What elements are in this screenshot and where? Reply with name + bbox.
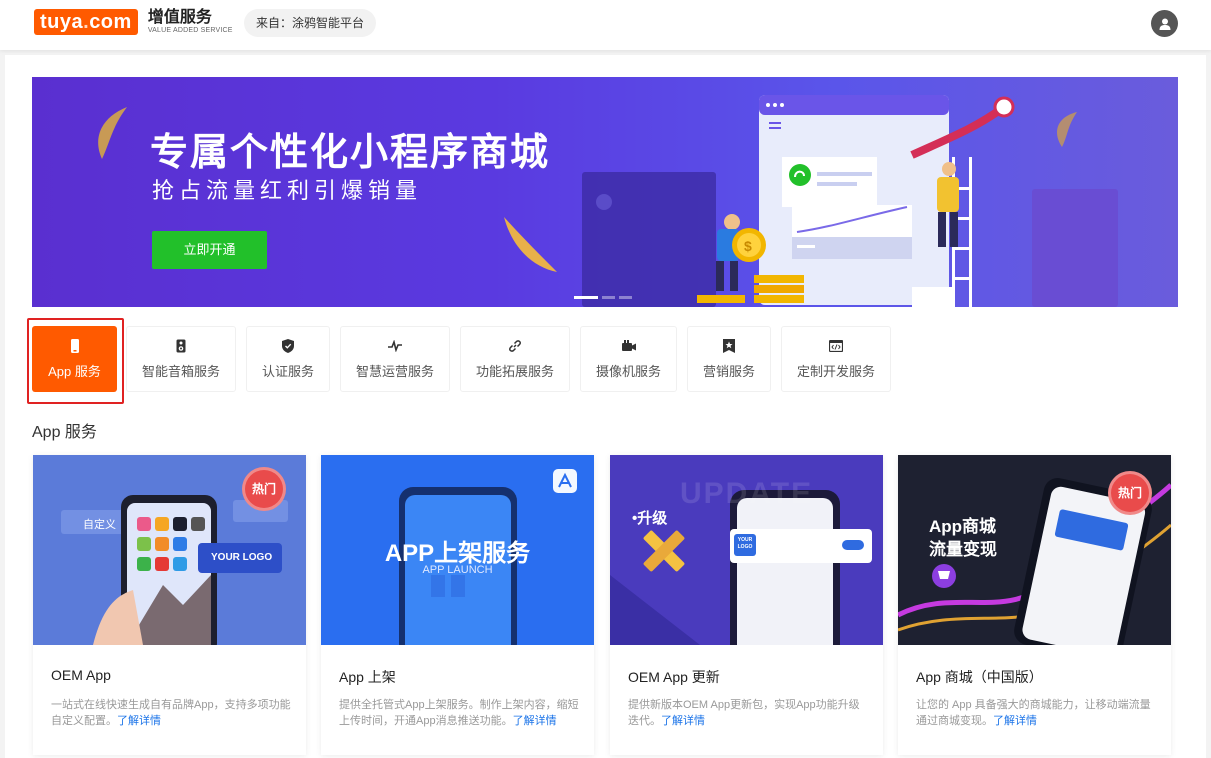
app-launch-subtitle: APP LAUNCH: [422, 564, 493, 576]
phone-icon: [68, 338, 82, 353]
card-image: 自定义 YOUR LOGO 热门: [33, 455, 306, 645]
learn-more-link[interactable]: 了解详情: [993, 715, 1037, 727]
mall-title-line2: 流量变现: [929, 540, 997, 559]
card-description: 提供全托管式App上架服务。制作上架内容，缩短上传时间，开通App消息推送功能。…: [339, 699, 579, 727]
mall-title-line1: App商城: [929, 517, 997, 536]
section-title: App 服务: [32, 424, 97, 441]
card-title: App 商城（中国版）: [916, 669, 1043, 685]
top-bar: tuya.com 增值服务 VALUE ADDED SERVICE 来自：涂鸦智…: [0, 0, 1211, 50]
hot-badge: 热门: [1108, 471, 1152, 515]
tab-label: 营销服务: [702, 363, 755, 379]
learn-more-link[interactable]: 了解详情: [513, 715, 557, 727]
tab-smart-operation[interactable]: 智慧运营服务: [340, 326, 450, 392]
logo-title-block: 增值服务 VALUE ADDED SERVICE: [148, 9, 233, 35]
brand-title: 增值服务: [147, 9, 212, 26]
tab-custom-development[interactable]: 定制开发服务: [781, 326, 891, 392]
upgrade-label: •升级: [632, 510, 668, 527]
card-image: APP上架服务 APP LAUNCH: [321, 455, 594, 645]
update-bg-text: UPDATE: [680, 477, 814, 510]
tab-marketing[interactable]: 营销服务: [687, 326, 771, 392]
logo-mark: tuya.com: [34, 9, 138, 35]
card-description: 提供新版本OEM App更新包，实现App功能升级迭代。了解详情: [628, 699, 860, 727]
service-card-oem-app-update[interactable]: UPDATE •升级 YOUR LOGO OEM App 更新 提供新版本OEM…: [610, 455, 883, 755]
tab-label: 智慧运营服务: [355, 363, 434, 379]
service-card-oem-app[interactable]: 自定义 YOUR LOGO 热门 OEM App 一站式在线快速生成自有品牌Ap…: [33, 455, 306, 755]
tab-label: 摄像机服务: [595, 363, 661, 379]
custom-label: 自定义: [83, 519, 116, 531]
service-card-app-mall[interactable]: App商城 流量变现 热门 App 商城（中国版） 让您的 App 具备强大的商…: [898, 455, 1171, 755]
carousel-dot[interactable]: [574, 296, 598, 299]
pulse-icon: [388, 339, 402, 353]
learn-more-link[interactable]: 了解详情: [117, 715, 161, 727]
shield-icon: [281, 338, 295, 353]
user-icon: [1159, 18, 1170, 30]
svg-text:$: $: [744, 238, 752, 254]
your-logo-label: YOUR LOGO: [211, 552, 273, 563]
your-logo-label: YOUR LOGO: [737, 537, 753, 550]
activate-now-button[interactable]: 立即开通: [152, 231, 267, 269]
card-image: UPDATE •升级 YOUR LOGO: [610, 455, 883, 645]
source-pill: 来自：涂鸦智能平台: [244, 9, 377, 37]
banner-title: 专属个性化小程序商城: [150, 132, 551, 174]
card-title: OEM App: [51, 667, 111, 683]
card-image: App商城 流量变现 热门: [898, 455, 1171, 645]
tab-label: 智能音箱服务: [141, 363, 220, 379]
learn-more-link[interactable]: 了解详情: [661, 715, 705, 727]
link-icon: [508, 339, 522, 353]
carousel-indicators: [574, 296, 632, 299]
promo-banner[interactable]: $ 专属个性化小程序商城 抢占流量红利引爆销量 立即开通: [32, 77, 1178, 307]
carousel-dot[interactable]: [602, 296, 615, 299]
camera-icon: [621, 339, 636, 353]
tab-smart-speaker[interactable]: 智能音箱服务: [126, 326, 236, 392]
user-avatar[interactable]: [1151, 10, 1178, 37]
brand-subtitle: VALUE ADDED SERVICE: [147, 27, 233, 34]
tab-app-service[interactable]: App 服务: [32, 326, 117, 392]
tab-camera[interactable]: 摄像机服务: [580, 326, 677, 392]
card-description: 一站式在线快速生成自有品牌App，支持多项功能自定义配置。了解详情: [51, 699, 291, 727]
tab-function-extension[interactable]: 功能拓展服务: [460, 326, 570, 392]
app-launch-title: APP上架服务: [384, 540, 531, 567]
tab-label: App 服务: [48, 363, 101, 379]
card-description: 让您的 App 具备强大的商城能力，让移动端流量通过商城变现。了解详情: [916, 699, 1151, 727]
tab-certification[interactable]: 认证服务: [246, 326, 330, 392]
card-title: App 上架: [339, 669, 396, 685]
star-badge-icon: [722, 338, 736, 353]
service-card-app-launch[interactable]: APP上架服务 APP LAUNCH App 上架 提供全托管式App上架服务。…: [321, 455, 594, 755]
banner-subtitle: 抢占流量红利引爆销量: [152, 178, 423, 203]
carousel-dot[interactable]: [619, 296, 632, 299]
speaker-icon: [174, 339, 188, 353]
card-title: OEM App 更新: [628, 669, 720, 685]
tab-label: 认证服务: [261, 363, 314, 379]
tab-label: 定制开发服务: [796, 363, 875, 379]
code-icon: [829, 339, 843, 353]
tab-label: 功能拓展服务: [475, 363, 554, 379]
tuya-logo[interactable]: tuya.com 增值服务 VALUE ADDED SERVICE: [34, 8, 233, 36]
hot-badge: 热门: [242, 467, 286, 511]
